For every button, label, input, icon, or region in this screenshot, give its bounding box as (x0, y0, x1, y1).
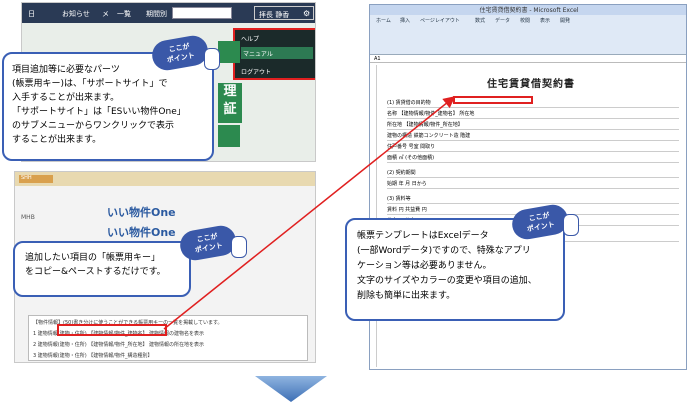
sheet-row[interactable]: 所在地 【建物情報/物件_所在地】 (387, 121, 679, 130)
pointing-hand-icon (204, 48, 220, 70)
ribbon-tab[interactable]: データ (495, 17, 510, 24)
green-tile-label: 理 証 (223, 84, 237, 117)
pointing-hand-icon (563, 214, 579, 236)
ribbon-tab[interactable]: 挿入 (400, 17, 410, 24)
product-logo: いい物件One (107, 206, 176, 219)
green-tile[interactable] (218, 41, 240, 63)
ribbon-tab[interactable]: 数式 (475, 17, 485, 24)
callout-line: 削除も簡単に出来ます。 (357, 291, 456, 301)
table-row[interactable]: 2 建物情報(建物・住所) 【建物情報/物件_所在地】 建物情報の所在地を表示 (33, 341, 204, 348)
ribbon-tab[interactable]: ホーム (376, 17, 391, 24)
callout-line: することが出来ます。 (12, 135, 102, 145)
site-header-bar (15, 172, 315, 186)
sheet-row[interactable]: (3) 賃料等 (387, 195, 679, 204)
cell-reference[interactable]: A1 (374, 56, 381, 62)
highlighted-key (57, 324, 167, 336)
green-tile[interactable] (218, 125, 240, 147)
table-row[interactable]: 3 建物情報(建物・住所) 【建物情報/物件_構造種別】 (33, 352, 152, 359)
menu-item-logout[interactable]: ログアウト (241, 67, 271, 76)
callout-line: (帳票用キー)は、「サポートサイト」で (12, 79, 168, 89)
callout-line: (一部Wordデータ)ですので、特殊なアプリ (357, 246, 531, 256)
ribbon-tab[interactable]: 校閲 (520, 17, 530, 24)
callout-line: 入手することが出来ます。 (12, 93, 120, 103)
menu-item[interactable]: メ (102, 9, 109, 19)
user-dropdown-menu: ヘルプ マニュアル ログアウト (233, 28, 315, 80)
callout-line: 追加したい項目の「帳票用キー」 (25, 253, 161, 263)
sheet-row[interactable]: 建物の構造 鉄筋コンクリート造 階建 (387, 132, 679, 141)
green-tile[interactable]: 理 証 (218, 83, 242, 123)
gear-icon[interactable]: ⚙ (303, 9, 310, 18)
menu-item-manual[interactable]: マニュアル (241, 47, 313, 59)
menu-item[interactable]: 一覧 (117, 9, 131, 19)
ribbon-tab[interactable]: ページレイアウト (420, 17, 460, 24)
callout-support-site: 項目追加等に必要なパーツ (帳票用キー)は、「サポートサイト」で 入手することが… (2, 52, 214, 161)
menu-item[interactable]: 日 (28, 9, 35, 19)
ribbon-tab[interactable]: 開発 (560, 17, 570, 24)
formula-bar[interactable]: A1 (370, 55, 686, 63)
menu-item[interactable]: お知らせ (62, 9, 90, 19)
callout-line: ケーション等は必要ありません。 (357, 261, 492, 271)
callout-line: をコピー&ペーストするだけです。 (25, 267, 166, 277)
sheet-row[interactable]: (2) 契約期間 (387, 169, 679, 178)
callout-line: 文字のサイズやカラーの変更や項目の追加、 (357, 276, 537, 286)
user-menu-button[interactable]: 拝長 静香 ⚙ (254, 6, 314, 20)
sheet-row[interactable]: 始期 年 月 日から (387, 180, 679, 189)
pointing-hand-icon (231, 236, 247, 258)
callout-copy-paste: 追加したい項目の「帳票用キー」 をコピー&ペーストするだけです。 (13, 241, 191, 297)
site-tag: SHH (19, 175, 53, 183)
menu-item[interactable]: 期間別 (146, 9, 167, 19)
down-arrow-icon (255, 376, 327, 402)
callout-line: のサブメニューからワンクリックで表示 (12, 121, 175, 131)
search-input[interactable] (172, 7, 232, 19)
user-label: 拝長 静香 (259, 11, 290, 19)
excel-ribbon: ホーム 挿入 ページレイアウト 数式 データ 校閲 表示 開発 (370, 15, 686, 55)
document-title: 住宅賃貸借契約書 (487, 79, 575, 90)
side-label: MHB (21, 214, 35, 221)
callout-line: 「サポートサイト」は「ESいい物件One」 (12, 107, 186, 117)
menu-item-help[interactable]: ヘルプ (241, 34, 259, 43)
highlighted-key-cell (453, 96, 533, 104)
key-table: 【物件情報】(50)書き分けに使うことができる帳票用キーの一覧を掲載しています。… (28, 315, 308, 361)
sheet-row[interactable]: (1) 賃貸借の目的物 (387, 99, 679, 108)
ribbon-tab[interactable]: 表示 (540, 17, 550, 24)
product-logo: いい物件One (107, 226, 176, 239)
sheet-row[interactable]: 住戸番号 号室 間取り (387, 143, 679, 152)
sheet-row[interactable]: 面積 ㎡ (その他面積) (387, 154, 679, 163)
sheet-row[interactable]: 名称 【建物情報/物件_建物名】 所在地 (387, 110, 679, 119)
window-title: 住宅賃貸借契約書 - Microsoft Excel (370, 5, 686, 15)
